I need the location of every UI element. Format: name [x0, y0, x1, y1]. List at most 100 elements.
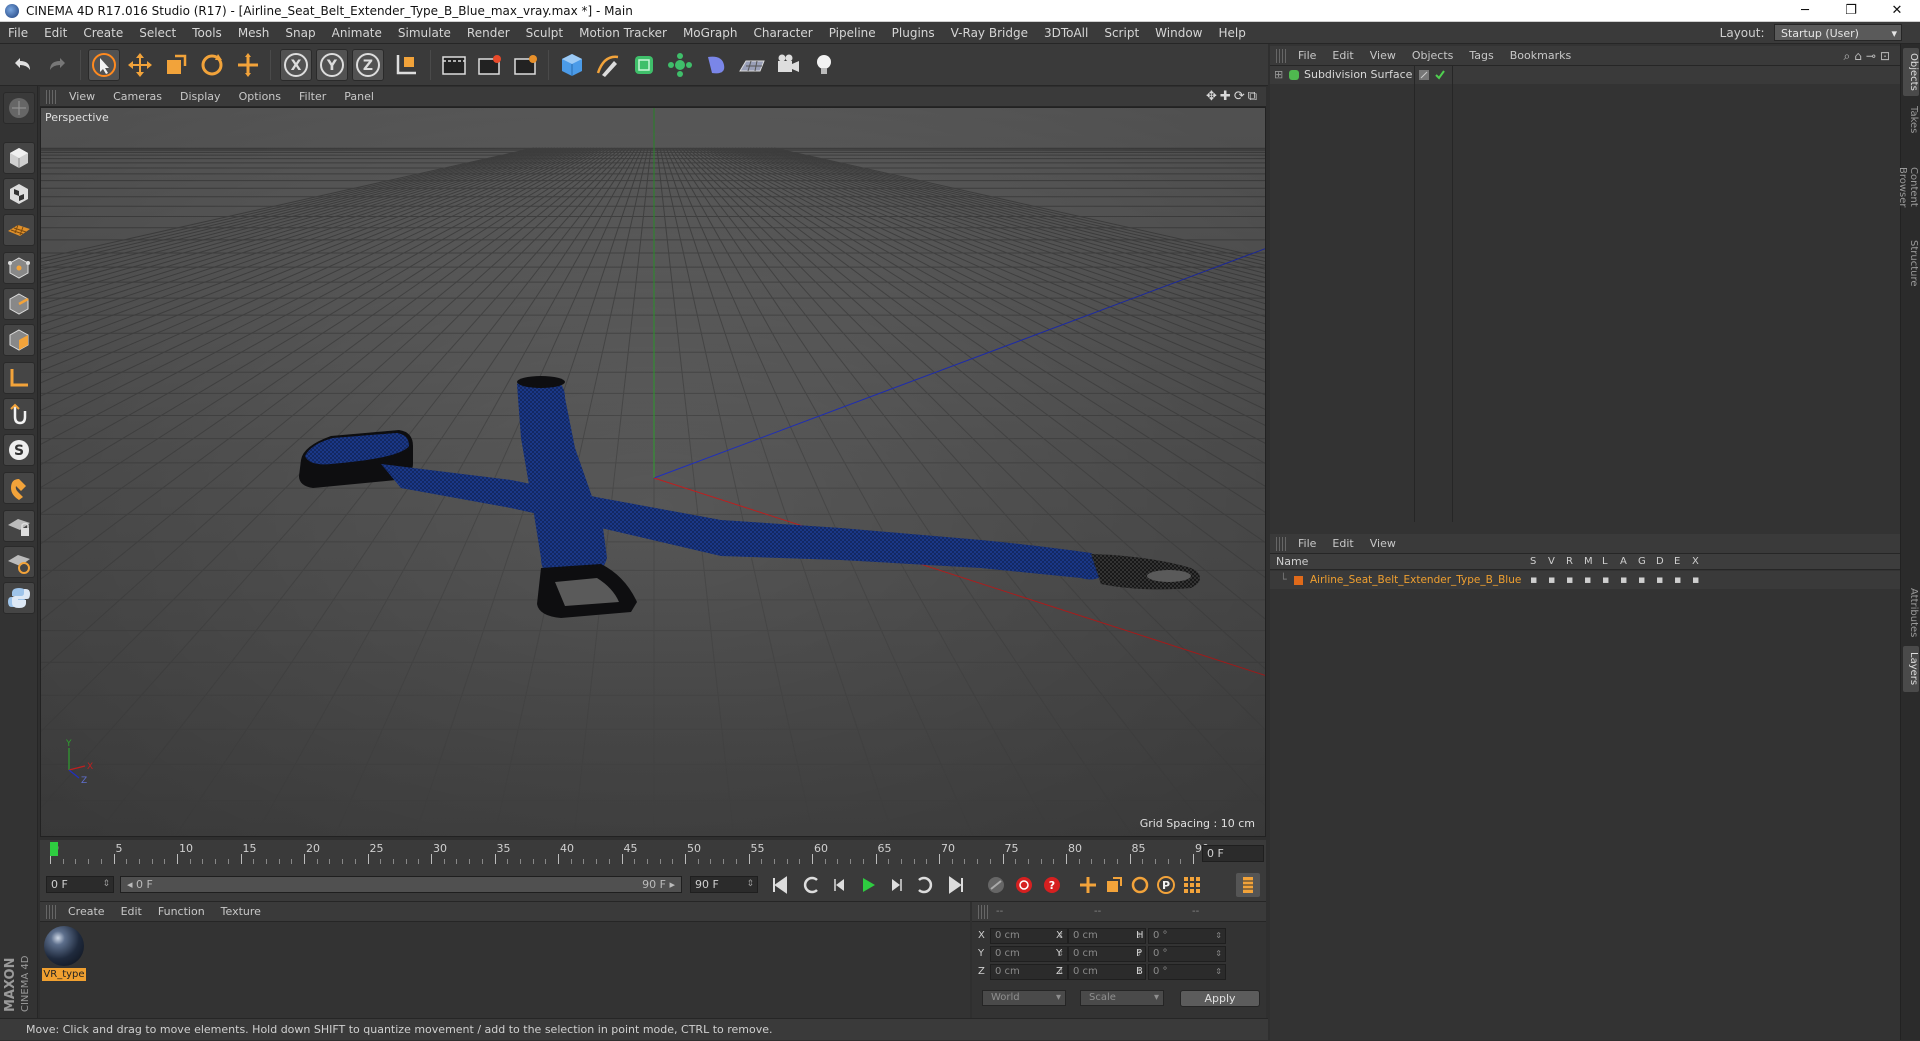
layer-flag-toggle[interactable]: ▪	[1584, 571, 1591, 589]
next-key-button[interactable]	[912, 873, 936, 897]
frame-ruler[interactable]: 051015202530354045505560657075808590	[50, 842, 1209, 866]
panel-grip[interactable]	[1276, 49, 1286, 63]
goto-end-button[interactable]	[944, 873, 968, 897]
menu-render[interactable]: Render	[459, 22, 518, 44]
key-scale-button[interactable]	[1102, 873, 1126, 897]
array-button[interactable]	[664, 49, 696, 81]
timeline-end-field[interactable]: 0 F	[1202, 845, 1264, 862]
layer-flag-toggle[interactable]: ▪	[1548, 571, 1555, 589]
layer-flag-toggle[interactable]: ▪	[1638, 571, 1645, 589]
record-motion-button[interactable]	[984, 873, 1008, 897]
coord-field[interactable]: 0 ° ⇕	[1148, 946, 1226, 962]
key-parameter-button[interactable]: P	[1154, 873, 1178, 897]
snap-button[interactable]: S	[3, 434, 35, 466]
layer-flag-toggle[interactable]: ▪	[1692, 571, 1699, 589]
material-menu-edit[interactable]: Edit	[113, 902, 150, 922]
autokey-button[interactable]: ?	[1040, 873, 1064, 897]
axis-mode-button[interactable]	[3, 362, 35, 394]
menu-simulate[interactable]: Simulate	[390, 22, 459, 44]
layer-flag-toggle[interactable]: ▪	[1530, 571, 1537, 589]
editor-visibility-icon[interactable]	[1418, 69, 1430, 81]
pen-button[interactable]	[592, 49, 624, 81]
x-axis-button[interactable]: X	[280, 49, 312, 81]
preview-range-slider[interactable]: ◂ 0 F 90 F ▸	[120, 876, 682, 893]
key-rotation-button[interactable]	[1128, 873, 1152, 897]
layer-color-swatch[interactable]	[1294, 576, 1303, 585]
layer-menu-view[interactable]: View	[1362, 534, 1404, 554]
menu-motion-tracker[interactable]: Motion Tracker	[571, 22, 675, 44]
deformer-button[interactable]	[700, 49, 732, 81]
perspective-viewport[interactable]: Y X Z Perspective Grid Spacing : 10 cm	[40, 107, 1266, 837]
layer-col-d[interactable]: D	[1656, 554, 1664, 570]
enabled-check-icon[interactable]	[1434, 69, 1446, 81]
coord-field[interactable]: 0 cm ⇕	[1068, 928, 1146, 944]
cube-button[interactable]	[556, 49, 588, 81]
previous-frame-button[interactable]	[828, 873, 852, 897]
render-view-button[interactable]	[438, 49, 470, 81]
edges-mode-button[interactable]	[3, 288, 35, 320]
object-menu-bookmarks[interactable]: Bookmarks	[1502, 46, 1579, 66]
record-active-button[interactable]	[1012, 873, 1036, 897]
object-menu-file[interactable]: File	[1290, 46, 1324, 66]
lock-workplane-button[interactable]	[3, 510, 35, 542]
viewport-menu-cameras[interactable]: Cameras	[104, 87, 171, 107]
menu-tools[interactable]: Tools	[184, 22, 230, 44]
menu-help[interactable]: Help	[1210, 22, 1253, 44]
layer-name[interactable]: Airline_Seat_Belt_Extender_Type_B_Blue	[1310, 571, 1521, 589]
viewport-menu-panel[interactable]: Panel	[335, 87, 383, 107]
viewport-menu-view[interactable]: View	[60, 87, 104, 107]
layer-col-r[interactable]: R	[1566, 554, 1573, 570]
camera-button[interactable]	[772, 49, 804, 81]
rotate-button[interactable]	[196, 49, 228, 81]
coordinate-system-button[interactable]	[390, 49, 422, 81]
viewport-menu-options[interactable]: Options	[230, 87, 290, 107]
size-mode-dropdown[interactable]: Scale	[1080, 990, 1164, 1006]
scale-button[interactable]	[160, 49, 192, 81]
edit-render-settings-button[interactable]	[510, 49, 542, 81]
layer-col-l[interactable]: L	[1602, 554, 1608, 570]
workplane-button[interactable]	[3, 214, 35, 246]
minimize-button[interactable]: ─	[1782, 0, 1828, 22]
model-mode-button[interactable]	[3, 142, 35, 174]
side-tab-takes[interactable]: Takes	[1903, 102, 1919, 138]
menu-create[interactable]: Create	[75, 22, 131, 44]
material-swatch[interactable]: VR_type	[42, 926, 86, 982]
side-tab-content-browser[interactable]: Content Browser	[1897, 144, 1919, 230]
menu-edit[interactable]: Edit	[36, 22, 75, 44]
tree-expand-icon[interactable]: ⊞	[1274, 66, 1283, 84]
layer-row[interactable]: └ Airline_Seat_Belt_Extender_Type_B_Blue…	[1270, 571, 1900, 589]
menu-script[interactable]: Script	[1096, 22, 1147, 44]
layer-flag-toggle[interactable]: ▪	[1656, 571, 1663, 589]
viewport-menu-display[interactable]: Display	[171, 87, 230, 107]
layer-flag-toggle[interactable]: ▪	[1566, 571, 1573, 589]
side-tab-attributes[interactable]: Attributes	[1903, 584, 1919, 640]
object-menu-view[interactable]: View	[1362, 46, 1404, 66]
layout-dropdown[interactable]: Startup (User)	[1774, 24, 1902, 42]
coordinate-mode-dropdown[interactable]: World	[982, 990, 1066, 1006]
viewport-navigation-icons[interactable]: ✥✚⟳⧉	[1206, 87, 1260, 107]
layer-flag-toggle[interactable]: ▪	[1674, 571, 1681, 589]
key-position-button[interactable]	[1076, 873, 1100, 897]
coord-field[interactable]: 0 cm ⇕	[1068, 964, 1146, 980]
floor-button[interactable]	[736, 49, 768, 81]
make-editable-button[interactable]	[3, 92, 35, 124]
light-button[interactable]	[808, 49, 840, 81]
menu-file[interactable]: File	[0, 22, 36, 44]
object-manager[interactable]: ⊞ Subdivision Surface	[1270, 66, 1900, 528]
layer-menu-file[interactable]: File	[1290, 534, 1324, 554]
close-button[interactable]: ✕	[1874, 0, 1920, 22]
layer-col-m[interactable]: M	[1584, 554, 1593, 570]
object-name[interactable]: Subdivision Surface	[1304, 66, 1412, 84]
menu-mograph[interactable]: MoGraph	[675, 22, 746, 44]
menu-select[interactable]: Select	[131, 22, 184, 44]
menu-v-ray-bridge[interactable]: V-Ray Bridge	[943, 22, 1036, 44]
start-frame-field[interactable]: 0 F ⇕	[46, 876, 114, 893]
undo-button[interactable]	[6, 49, 38, 81]
object-menu-tags[interactable]: Tags	[1461, 46, 1501, 66]
goto-start-button[interactable]	[768, 873, 792, 897]
material-menu-texture[interactable]: Texture	[213, 902, 269, 922]
object-menu-objects[interactable]: Objects	[1404, 46, 1462, 66]
coord-field[interactable]: 0 ° ⇕	[1148, 928, 1226, 944]
menu-snap[interactable]: Snap	[277, 22, 323, 44]
side-tab-layers[interactable]: Layers	[1903, 646, 1919, 692]
